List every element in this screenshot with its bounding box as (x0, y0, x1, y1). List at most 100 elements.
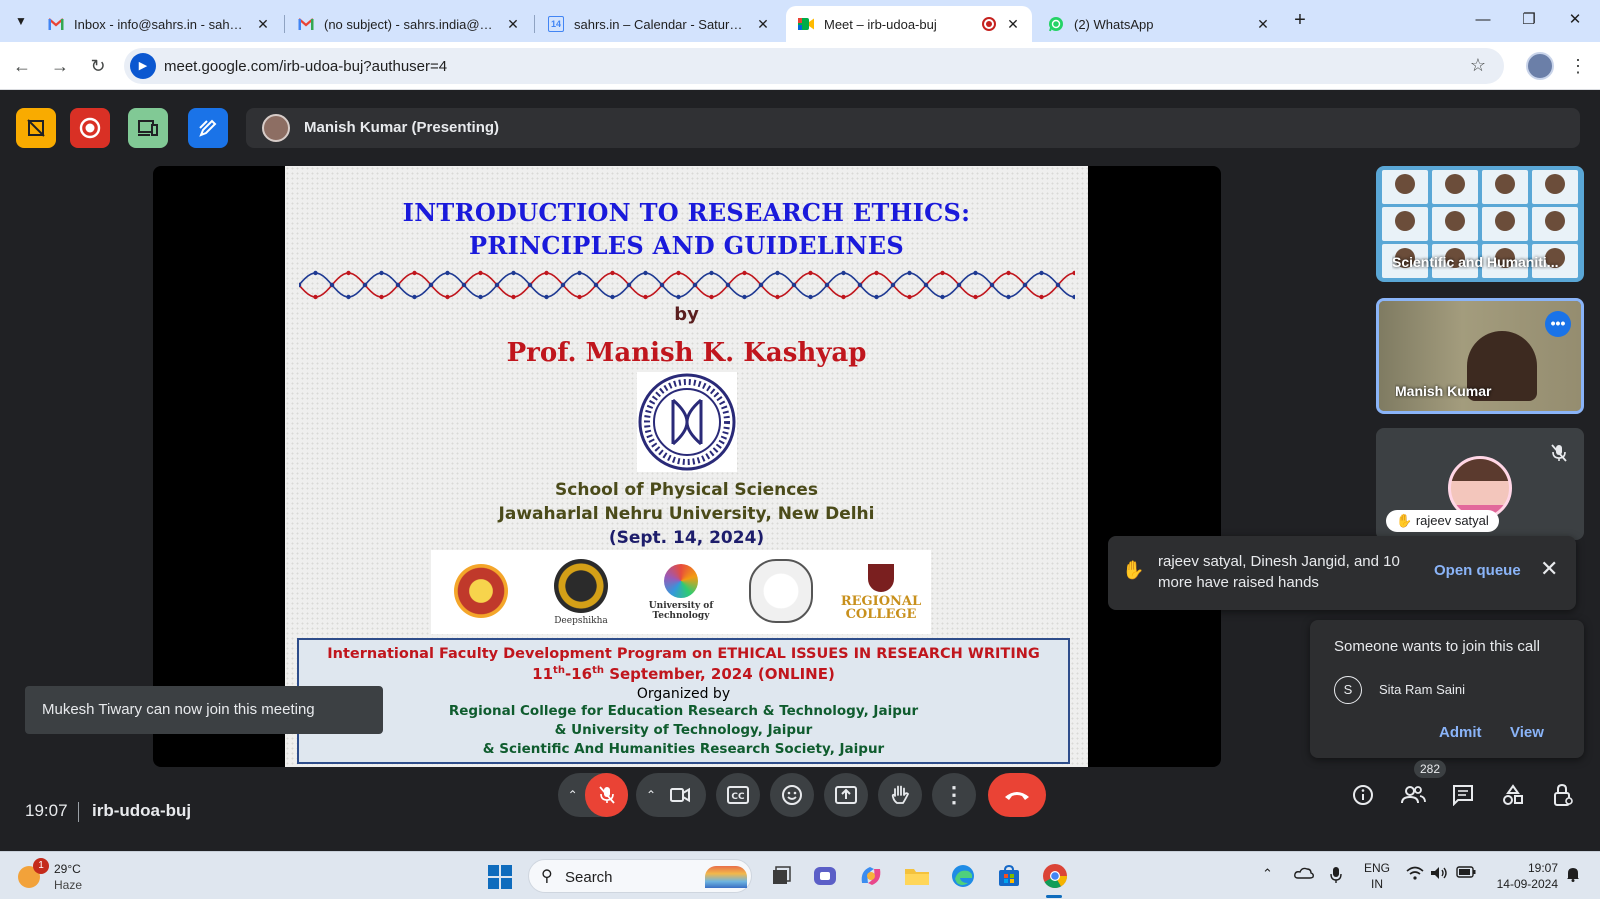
notification-bell-icon[interactable] (1566, 866, 1580, 885)
slide-author: Prof. Manish K. Kashyap (506, 338, 867, 368)
wifi-icon[interactable] (1406, 866, 1424, 883)
meeting-clock: 19:07 (25, 801, 68, 820)
activities-panel-button[interactable] (1498, 780, 1528, 810)
search-highlight-art (705, 866, 747, 888)
chevron-up-icon[interactable]: ⌃ (642, 788, 660, 802)
tab-title: Inbox - info@sahrs.in - sahrs.in (74, 16, 246, 32)
more-options-button[interactable]: ⋮ (932, 773, 976, 817)
show-hidden-icons-chevron[interactable]: ⌃ (1262, 866, 1273, 882)
close-window-button[interactable]: ✕ (1552, 6, 1598, 36)
address-bar[interactable]: ▶ meet.google.com/irb-udoa-buj?authuser=… (124, 48, 1504, 84)
system-clock[interactable]: 19:07 14-09-2024 (1490, 860, 1558, 892)
meeting-details-button[interactable] (1348, 780, 1378, 810)
dna-dot (824, 282, 830, 288)
leave-call-button[interactable] (988, 773, 1046, 817)
copilot-icon[interactable] (856, 861, 886, 891)
onedrive-icon[interactable] (1294, 866, 1314, 883)
browser-tab-meet[interactable]: Meet – irb-udoa-buj ✕ (786, 6, 1032, 42)
tile-name: rajeev satyal (1415, 513, 1489, 528)
presenting-bar: Manish Kumar (Presenting) (246, 108, 1580, 148)
battery-icon[interactable] (1456, 866, 1476, 881)
microsoft-store-icon[interactable] (994, 861, 1024, 891)
browser-tab-no-subject[interactable]: (no subject) - sahrs.india@gmail.com ✕ (286, 6, 532, 42)
dna-dot (676, 294, 681, 300)
dna-dot (577, 270, 582, 276)
captions-button[interactable]: CC (716, 773, 760, 817)
browser-menu-icon[interactable]: ⋮ (1568, 52, 1588, 80)
input-language[interactable]: ENG IN (1364, 860, 1390, 892)
new-tab-button[interactable]: + (1287, 8, 1313, 34)
reload-button[interactable]: ↻ (84, 52, 112, 80)
raise-hand-button[interactable] (878, 773, 922, 817)
close-icon[interactable]: ✕ (1540, 558, 1558, 580)
dna-dot (1055, 282, 1061, 288)
partner-logos: Deepshikha University of Technology REGI… (431, 550, 931, 634)
mic-off-button[interactable] (585, 773, 628, 817)
participant-tile-gallery[interactable]: Scientific and Humaniti... (1376, 166, 1584, 282)
file-explorer-icon[interactable] (902, 861, 932, 891)
dna-dot (989, 282, 995, 288)
volume-icon[interactable] (1430, 866, 1448, 883)
present-screen-button[interactable] (824, 773, 868, 817)
dna-dot (412, 294, 417, 300)
rajasthan-logo (439, 555, 523, 629)
teams-chat-icon[interactable] (810, 861, 840, 891)
profile-avatar[interactable] (1526, 52, 1554, 80)
dna-dot (626, 282, 632, 288)
weather-widget[interactable]: 1 29°C Haze (18, 858, 128, 894)
close-icon[interactable]: ✕ (504, 16, 522, 33)
reactions-button[interactable] (770, 773, 814, 817)
dna-dot (709, 294, 714, 300)
microphone-tray-icon[interactable] (1330, 866, 1342, 887)
no-video-icon (27, 119, 45, 137)
host-controls-button[interactable] (1548, 780, 1578, 810)
dna-dot (346, 294, 351, 300)
participant-tile-rajeev[interactable]: ✋ rajeev satyal (1376, 428, 1584, 540)
browser-tab-calendar[interactable]: 14 sahrs.in – Calendar - Saturday, 14 Se… (536, 6, 782, 42)
admit-button[interactable]: Admit (1439, 724, 1482, 741)
browser-tab-inbox[interactable]: Inbox - info@sahrs.in - sahrs.in ✕ (36, 6, 282, 42)
chevron-up-icon[interactable]: ⌃ (564, 788, 581, 802)
people-button[interactable] (1398, 780, 1428, 810)
whiteboard-button[interactable] (188, 108, 228, 148)
minimize-button[interactable]: — (1460, 6, 1506, 36)
calendar-icon: 14 (548, 16, 564, 32)
restore-button[interactable]: ❐ (1506, 6, 1552, 36)
jnu-emblem-logo (637, 372, 737, 472)
dna-dot (956, 282, 962, 288)
camera-button[interactable] (660, 787, 700, 803)
browser-tab-strip: ▼ Inbox - info@sahrs.in - sahrs.in ✕ (no… (0, 0, 1600, 42)
dna-dot (808, 294, 813, 300)
close-icon[interactable]: ✕ (1254, 16, 1272, 33)
activities-button[interactable] (16, 108, 56, 148)
view-button[interactable]: View (1510, 724, 1544, 741)
site-info-icon[interactable]: ▶ (130, 53, 156, 79)
info-icon (1353, 785, 1373, 805)
close-icon[interactable]: ✕ (254, 16, 272, 33)
tile-name: Manish Kumar (1395, 383, 1492, 399)
tile-more-options-button[interactable]: ••• (1545, 311, 1571, 337)
dna-dot (709, 270, 714, 276)
close-icon[interactable]: ✕ (1004, 16, 1022, 33)
dna-dot (791, 282, 797, 288)
windows-start-button[interactable] (488, 865, 512, 889)
chrome-icon[interactable] (1040, 861, 1070, 891)
forward-button[interactable]: → (46, 52, 74, 80)
close-icon[interactable]: ✕ (754, 16, 772, 33)
edge-icon[interactable] (948, 861, 978, 891)
taskbar-search[interactable]: ⚲ Search (528, 859, 752, 893)
slide-university: Jawaharlal Nehru University, New Delhi (498, 504, 875, 524)
chat-button[interactable] (1448, 780, 1478, 810)
task-view-icon[interactable] (766, 861, 796, 891)
tab-search-button[interactable]: ▼ (8, 8, 34, 34)
open-queue-button[interactable]: Open queue (1434, 562, 1521, 579)
back-button[interactable]: ← (8, 52, 36, 80)
browser-tab-whatsapp[interactable]: (2) WhatsApp ✕ (1036, 6, 1282, 42)
dna-dot (808, 270, 813, 276)
recording-button[interactable] (70, 108, 110, 148)
bookmark-star-icon[interactable]: ☆ (1470, 55, 1486, 76)
dna-dot (907, 294, 912, 300)
participant-tile-manish[interactable]: ••• Manish Kumar (1376, 298, 1584, 414)
companion-mode-button[interactable] (128, 108, 168, 148)
dna-dot (428, 282, 434, 288)
